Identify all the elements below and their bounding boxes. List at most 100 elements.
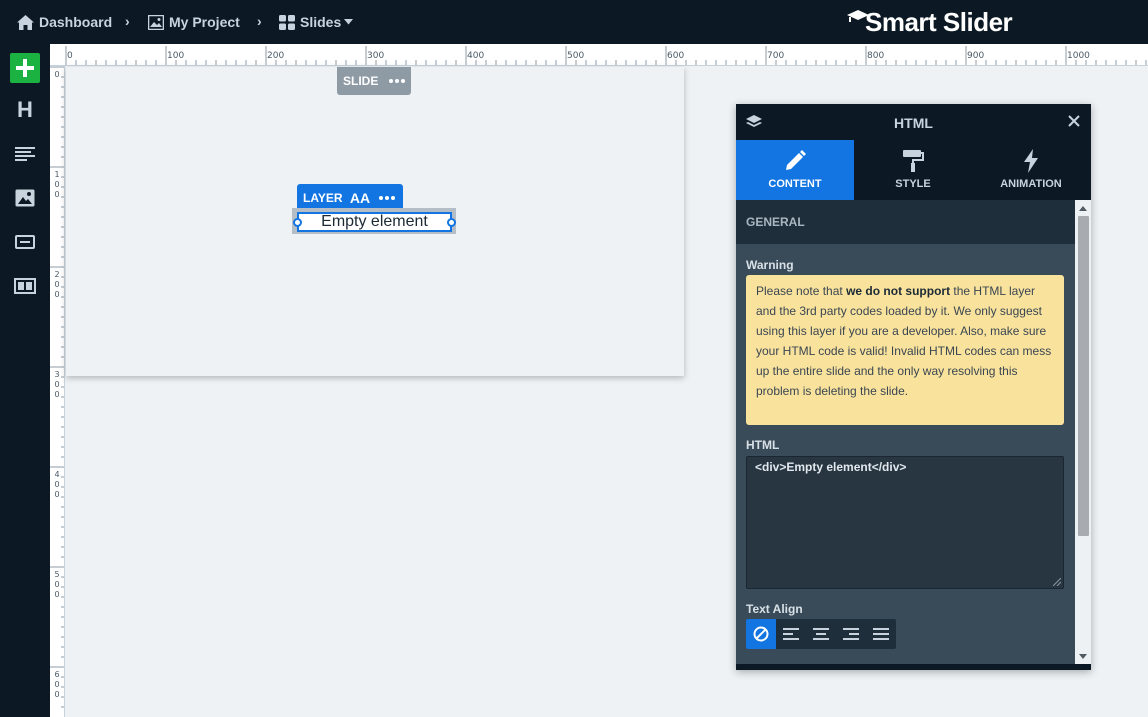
more-icon [389,79,405,83]
tab-content-label: CONTENT [768,178,822,190]
text-layer-button[interactable] [10,139,40,169]
align-justify-button[interactable] [866,619,896,649]
text-align-label: Text Align [746,602,803,616]
image-layer-button[interactable] [10,183,40,213]
font-icon[interactable]: AA [347,190,373,206]
breadcrumb-project[interactable]: My Project [148,13,240,31]
heading-layer-button[interactable]: H [10,95,40,125]
breadcrumb-slides-label: Slides [300,14,342,30]
align-center-icon [813,628,829,640]
section-general: GENERAL [736,200,1075,244]
ruler-label: 300 [367,51,385,61]
panel-title: HTML [894,115,933,131]
bolt-icon [1024,149,1038,173]
slide-tag: SLIDE [337,67,411,95]
align-right-icon [843,628,859,640]
ruler-label: 100 [167,51,185,61]
structure-icon [14,278,36,294]
align-left-icon [783,628,799,640]
html-code-textarea[interactable]: <div>Empty element</div> [746,456,1064,589]
button-icon [15,235,35,249]
text-icon [15,147,35,161]
tab-style-label: STYLE [895,178,931,190]
panel-tabs: CONTENT STYLE ANIMATION [736,140,1091,200]
resize-handle-right[interactable] [447,218,456,227]
ruler-label: 600 [54,670,60,699]
ruler-label: 0 [67,51,73,61]
breadcrumb-dashboard[interactable]: Dashboard [17,13,112,31]
slide-options-button[interactable] [383,67,411,95]
top-bar: Dashboard › My Project › Slides Smart Sl… [0,0,1148,44]
close-icon[interactable] [1067,114,1081,133]
horizontal-ruler[interactable]: 0 100 200 300 400 500 600 700 800 900 10… [50,44,1148,66]
html-label: HTML [746,438,780,452]
breadcrumb-slides[interactable]: Slides [279,13,354,31]
paint-roller-icon [903,150,924,172]
ruler-label: 300 [54,370,60,399]
heading-icon: H [17,97,33,122]
warning-box: Please note that we do not support the H… [746,275,1064,425]
layer-text: Empty element [321,213,428,230]
scroll-up-arrow-icon[interactable] [1075,201,1091,215]
html-code-value: <div>Empty element</div> [755,460,907,474]
brand-logo: Smart Slider [845,6,1013,38]
scroll-down-arrow-icon[interactable] [1075,649,1091,663]
brand-name: Smart Slider [865,6,1013,37]
align-left-button[interactable] [776,619,806,649]
ruler-label: 1000 [1067,51,1090,61]
ruler-label: 0 [54,70,60,79]
tab-content[interactable]: CONTENT [736,140,854,200]
add-layer-button[interactable] [10,53,40,83]
button-layer-button[interactable] [10,227,40,257]
breadcrumb-dashboard-label: Dashboard [39,14,113,30]
layer-properties-panel: HTML CONTENT STYLE ANIMATION GENERAL War… [736,104,1091,670]
chevron-right-icon: › [125,13,130,29]
warning-label: Warning [746,258,794,272]
ruler-label: 200 [54,270,60,299]
panel-scrollbar[interactable] [1075,200,1091,664]
warning-text-bold: we do not support [846,284,951,298]
vertical-ruler[interactable]: 0 100 200 300 400 500 600 [50,66,65,717]
warning-text-post: the HTML layer and the 3rd party codes l… [756,284,1052,398]
layer-toolbar: H [0,44,50,717]
ruler-label: 400 [54,470,60,499]
plus-icon [16,59,34,77]
caret-down-icon [344,19,354,25]
chevron-right-icon: › [257,13,262,29]
align-center-button[interactable] [806,619,836,649]
ban-icon [753,626,769,642]
layer-tag-label[interactable]: LAYER [297,191,347,205]
scroll-thumb[interactable] [1078,216,1089,536]
image-icon [148,14,164,30]
text-align-group [746,619,896,649]
ruler-label: 400 [467,51,485,61]
ruler-label: 900 [967,51,985,61]
layer-options-button[interactable] [373,196,401,200]
tab-style[interactable]: STYLE [854,140,972,200]
image-icon [15,189,35,207]
ruler-label: 500 [54,570,60,599]
align-none-button[interactable] [746,619,776,649]
align-right-button[interactable] [836,619,866,649]
breadcrumb-project-label: My Project [169,14,240,30]
slide-tag-label[interactable]: SLIDE [337,74,383,88]
pencil-icon [786,150,806,170]
ruler-label: 600 [667,51,685,61]
ruler-label: 700 [767,51,785,61]
structure-layer-button[interactable] [10,271,40,301]
resize-handle-left[interactable] [293,218,302,227]
home-icon [17,14,34,30]
resize-grip-icon[interactable] [1053,578,1061,586]
grid-icon [279,14,295,30]
panel-header[interactable]: HTML [736,104,1091,140]
ruler-label: 800 [867,51,885,61]
ruler-label: 100 [54,170,60,199]
ruler-label: 500 [567,51,585,61]
warning-text-pre: Please note that [756,284,847,298]
tab-animation[interactable]: ANIMATION [972,140,1090,200]
html-layer[interactable]: Empty element [297,212,452,232]
tab-animation-label: ANIMATION [1000,178,1062,190]
ruler-label: 200 [267,51,285,61]
more-icon [379,196,395,200]
panel-footer [736,664,1091,670]
